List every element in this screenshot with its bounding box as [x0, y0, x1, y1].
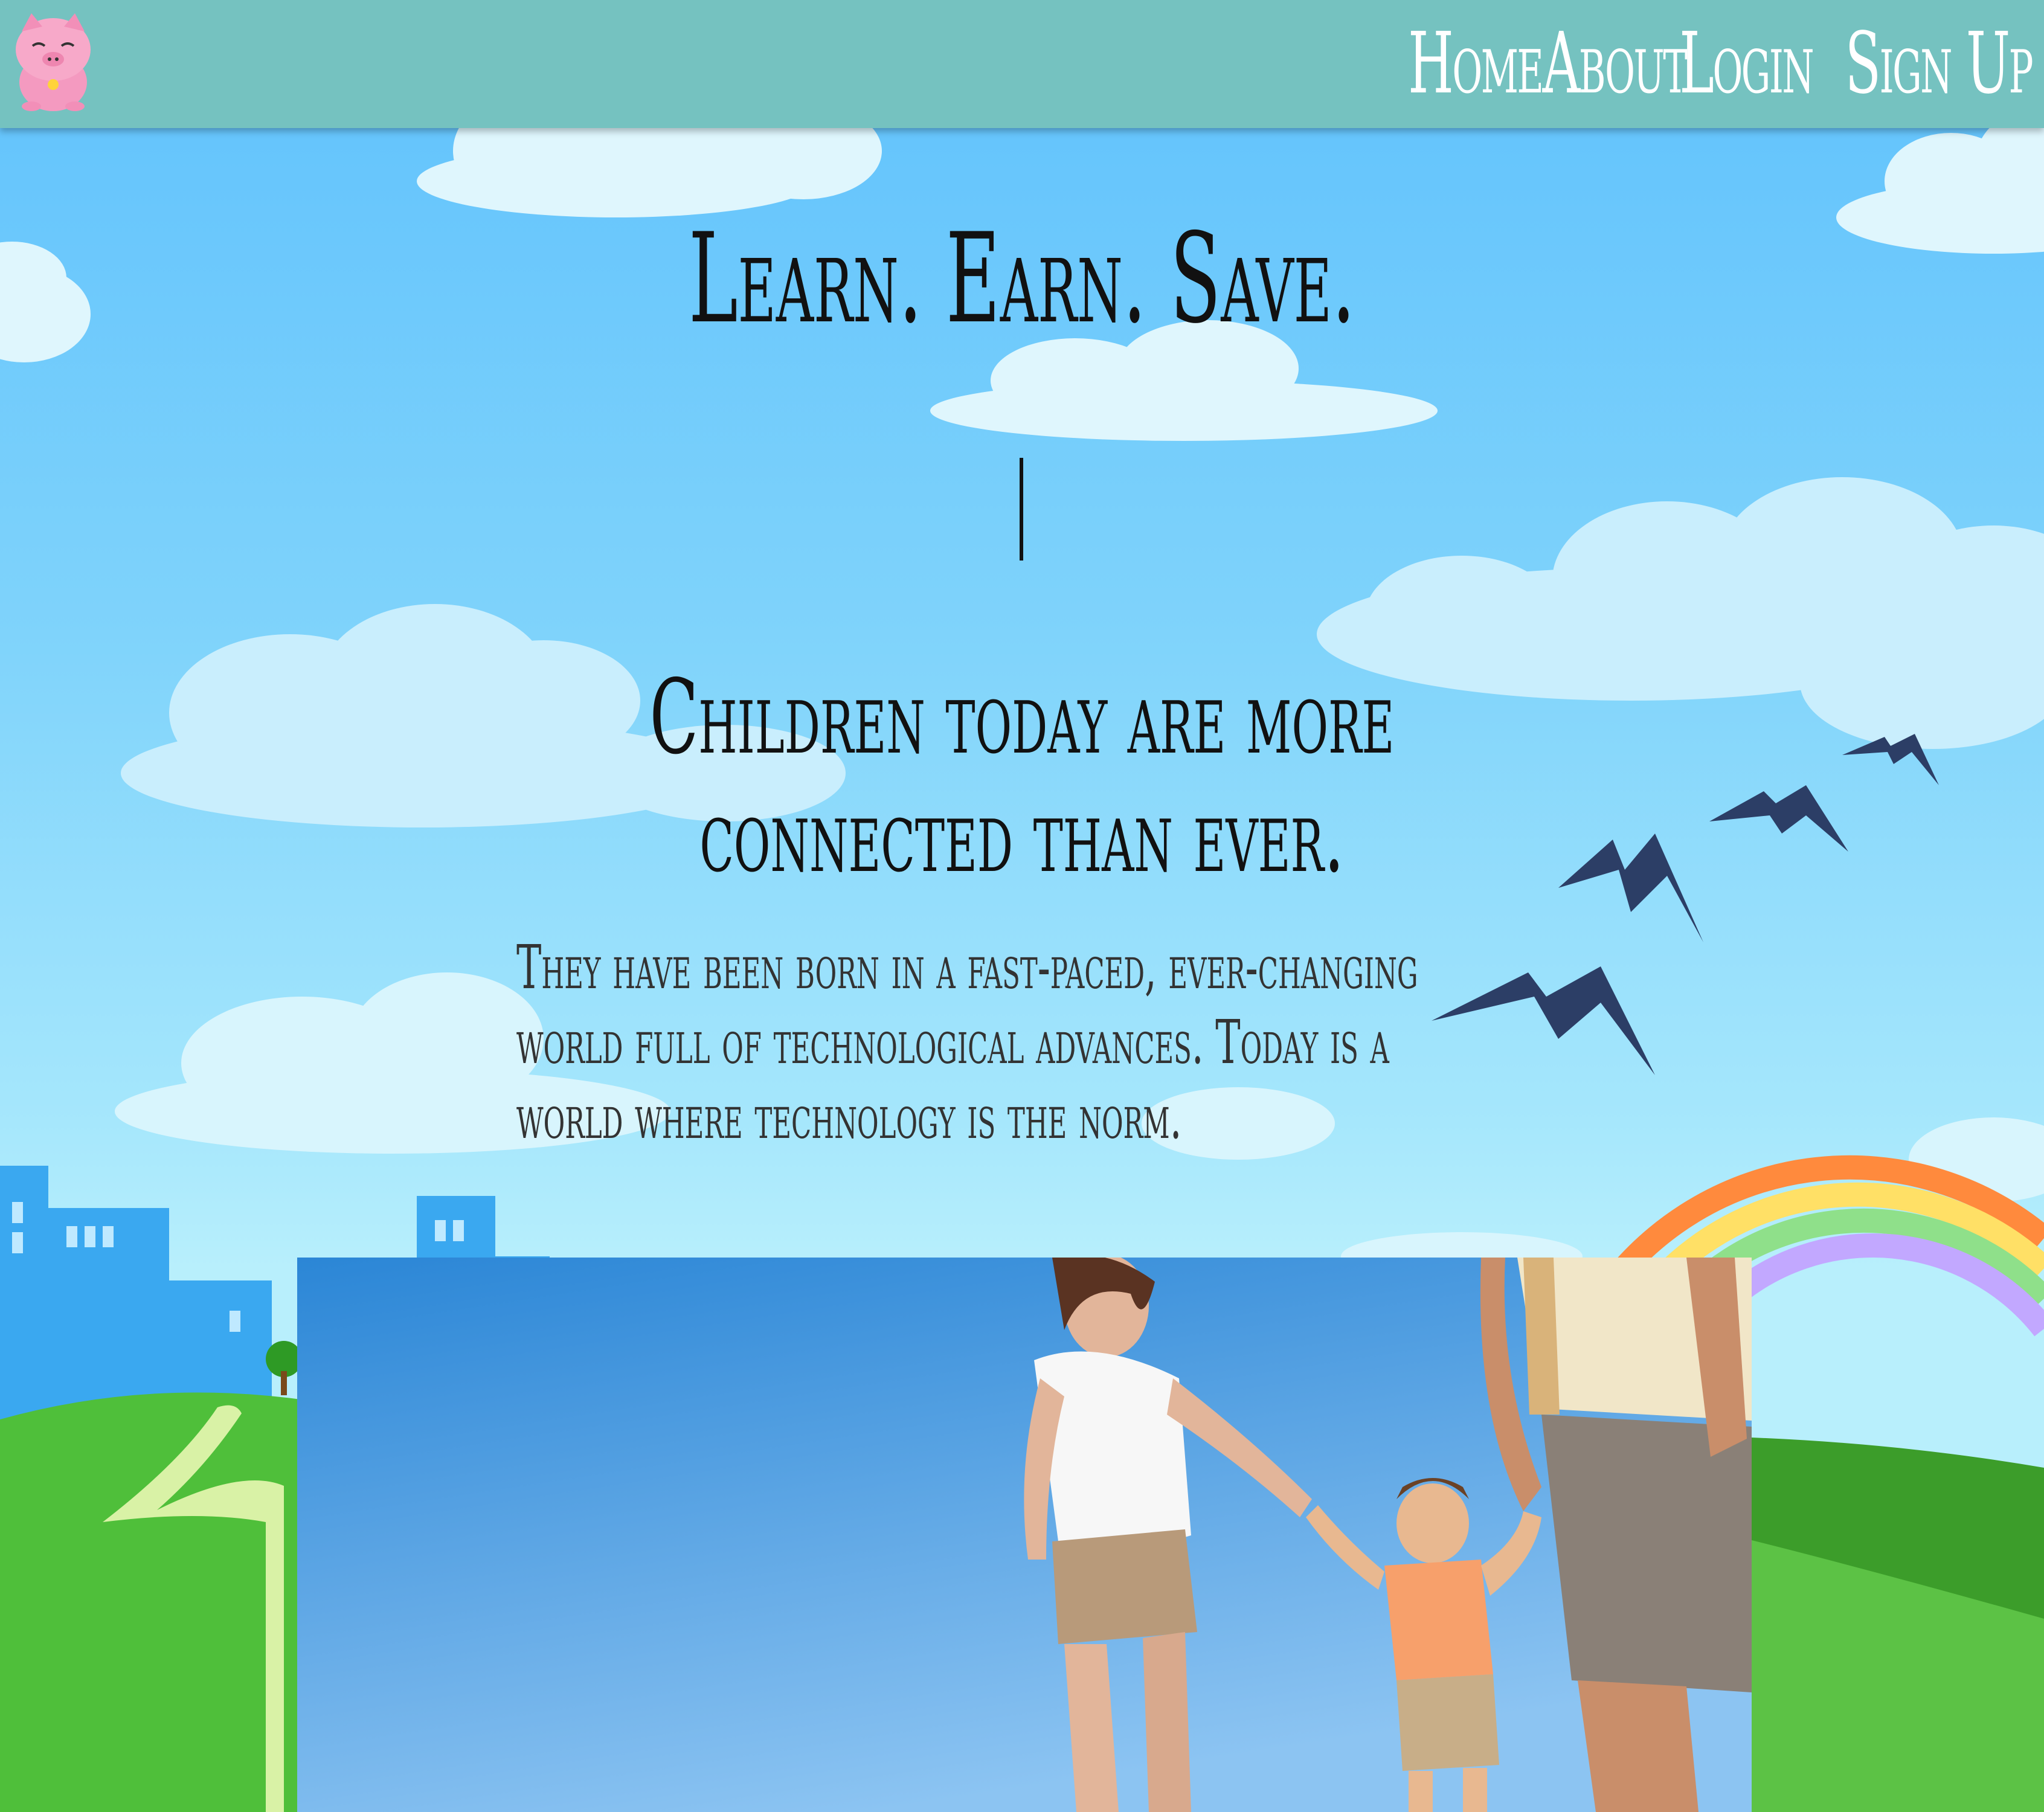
- nav-signup-link[interactable]: Sign Up: [1845, 22, 2034, 106]
- hero-divider: [1020, 458, 1023, 561]
- bird: [1432, 966, 1655, 1075]
- page: Home About Login Sign Up Learn. Earn. Sa…: [0, 0, 2044, 1812]
- hero-subtitle-line: Children today are more: [649, 658, 1395, 777]
- family-photo: [297, 1258, 1752, 1812]
- cloud: [1836, 109, 2044, 254]
- hero-subtitle: Children today are more connected than e…: [388, 658, 1656, 895]
- hero-title: Learn. Earn. Save.: [689, 207, 1355, 351]
- nav-about-link[interactable]: About: [1542, 22, 1687, 106]
- hero-body-line: world full of technological advances. To…: [516, 1007, 1389, 1078]
- nav-login-link[interactable]: Login: [1679, 22, 1814, 106]
- nav-home-link[interactable]: Home: [1408, 22, 1544, 106]
- cloud: [0, 242, 91, 362]
- hero-body-line: They have been born in a fast-paced, eve…: [516, 932, 1418, 1003]
- bird: [1709, 785, 1848, 852]
- navbar: Home About Login Sign Up: [0, 0, 2044, 128]
- piggy-bank-logo-icon[interactable]: [11, 10, 95, 112]
- hero-body-text: They have been born in a fast-paced, eve…: [516, 930, 1418, 1155]
- hero-subtitle-line: connected than ever.: [699, 776, 1345, 896]
- nav-menu: Home About Login Sign Up: [1263, 0, 2034, 128]
- hero-body-line: world where technology is the norm.: [516, 1082, 1182, 1152]
